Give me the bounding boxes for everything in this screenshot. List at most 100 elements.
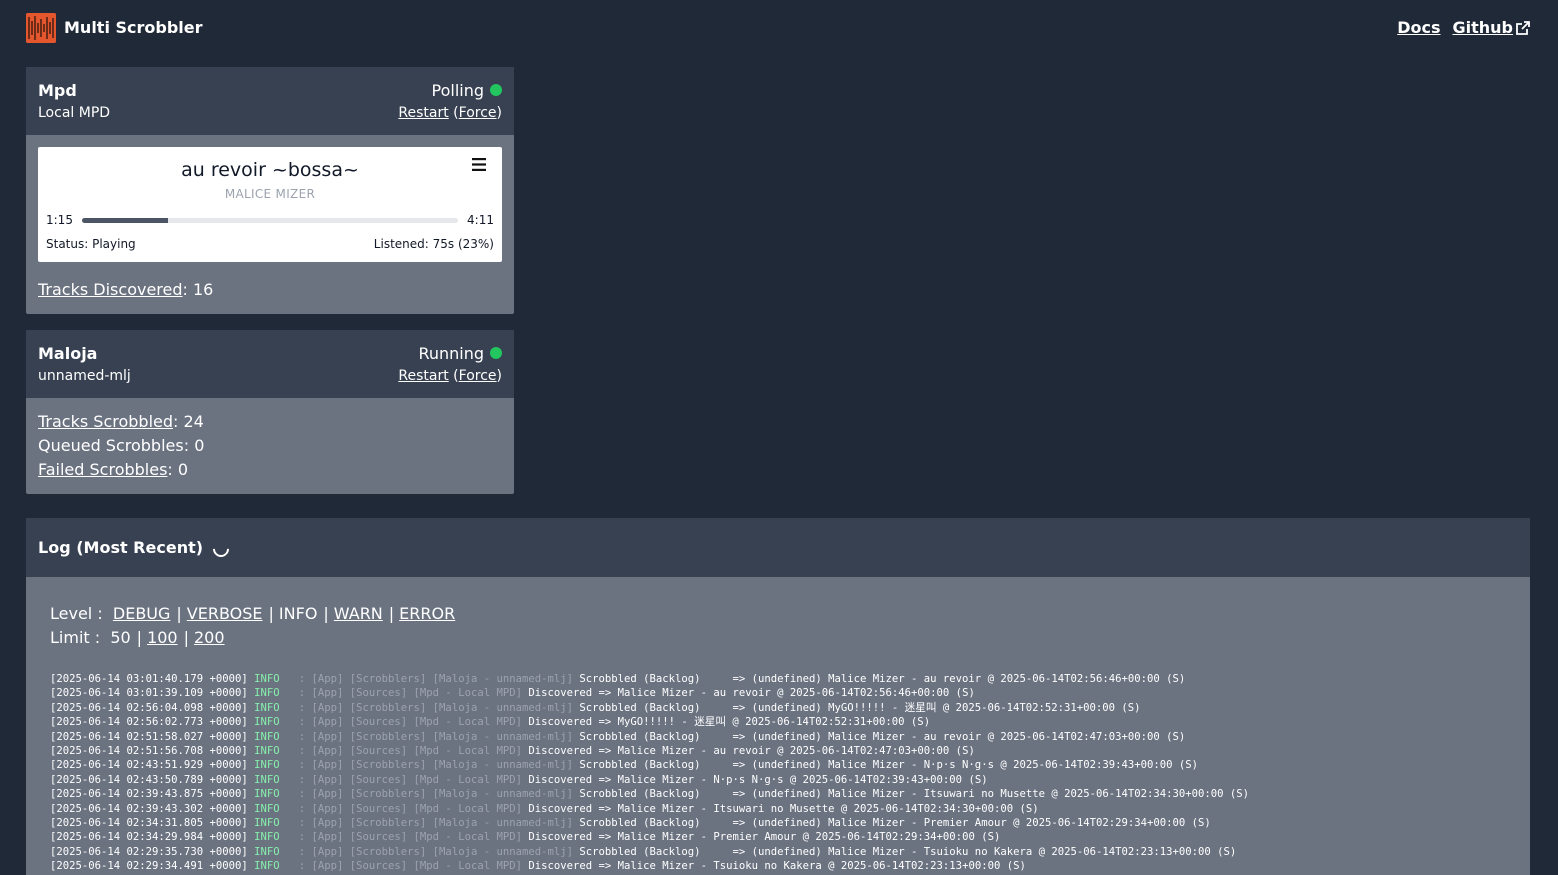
top-bar: Multi Scrobbler Docs Github bbox=[26, 0, 1530, 56]
queued-scrobbles-stat: Queued Scrobbles: 0 bbox=[38, 436, 205, 455]
failed-scrobbles-link[interactable]: Failed Scrobbles bbox=[38, 460, 167, 479]
log-limit-100[interactable]: 100 bbox=[147, 628, 178, 647]
log-labels: : [App] [Scrobblers] [Maloja - unnamed-m… bbox=[279, 673, 573, 685]
track-title: au revoir ~bossa~ bbox=[181, 159, 359, 181]
restart-link[interactable]: Restart bbox=[398, 105, 448, 121]
log-controls: Level : DEBUG | VERBOSE | INFO | WARN | ERROR Li… bbox=[50, 602, 455, 650]
log-line: [2025-06-14 02:29:35.730 +0000] INFO : [… bbox=[50, 845, 1249, 859]
restart-link[interactable]: Restart bbox=[398, 368, 448, 384]
log-panel: Log (Most Recent) Level : DEBUG | VERBOSE |… bbox=[26, 518, 1530, 875]
log-line: [2025-06-14 02:29:34.491 +0000] INFO : [… bbox=[50, 859, 1249, 873]
track-position: 1:15 bbox=[46, 213, 73, 227]
log-timestamp: [2025-06-14 02:56:04.098 +0000] bbox=[50, 701, 248, 714]
log-limit-row: Limit : 50 | 100 | 200 bbox=[50, 626, 455, 650]
log-message: Scrobbled (Backlog) => (undefined) MyGO!… bbox=[573, 701, 1141, 714]
log-level-tag: INFO bbox=[247, 745, 280, 758]
client-stats: Tracks Scrobbled: 24 Queued Scrobbles: 0… bbox=[38, 410, 204, 482]
log-line: [2025-06-14 02:43:50.789 +0000] INFO : [… bbox=[50, 773, 1249, 787]
play-status: Status: Playing bbox=[46, 237, 136, 251]
source-card-header: Mpd Local MPD Polling Restart (Force) bbox=[26, 67, 514, 135]
log-labels: : [App] [Scrobblers] [Maloja - unnamed-m… bbox=[279, 701, 573, 714]
app-logo-icon[interactable] bbox=[26, 13, 56, 43]
tracks-scrobbled-value: : 24 bbox=[173, 412, 204, 431]
client-status-label: Running bbox=[418, 344, 484, 363]
log-labels: : [App] [Sources] [Mpd - Local MPD] bbox=[279, 745, 522, 758]
external-link-icon bbox=[1516, 20, 1530, 39]
log-level-tag: INFO bbox=[247, 673, 280, 685]
log-level-tag: INFO bbox=[247, 860, 280, 873]
tracks-discovered-link[interactable]: Tracks Discovered bbox=[38, 280, 183, 299]
log-title-label: Log (Most Recent) bbox=[38, 538, 204, 557]
status-dot-icon bbox=[490, 84, 502, 96]
log-timestamp: [2025-06-14 03:01:40.179 +0000] bbox=[50, 673, 248, 685]
tracks-scrobbled-link[interactable]: Tracks Scrobbled bbox=[38, 412, 173, 431]
log-line: [2025-06-14 02:34:29.984 +0000] INFO : [… bbox=[50, 830, 1249, 844]
log-level-tag: INFO bbox=[247, 831, 280, 844]
log-level-error[interactable]: ERROR bbox=[399, 604, 455, 623]
log-line: [2025-06-14 03:01:39.109 +0000] INFO : [… bbox=[50, 686, 1249, 700]
separator: | bbox=[176, 604, 182, 623]
docs-link[interactable]: Docs bbox=[1397, 18, 1440, 37]
separator: | bbox=[323, 604, 329, 623]
tracks-scrobbled-stat: Tracks Scrobbled: 24 bbox=[38, 410, 204, 434]
log-line: [2025-06-14 02:39:43.302 +0000] INFO : [… bbox=[50, 802, 1249, 816]
separator: | bbox=[183, 628, 189, 647]
client-name: Maloja bbox=[38, 344, 98, 363]
log-line: [2025-06-14 02:43:51.929 +0000] INFO : [… bbox=[50, 758, 1249, 772]
source-name: Mpd bbox=[38, 81, 77, 100]
log-message: Discovered => MyGO!!!!! - 迷星叫 @ 2025-06-… bbox=[521, 716, 931, 729]
log-message: Discovered => Malice Mizer - N·p·s N·g·s… bbox=[521, 773, 988, 786]
status-dot-icon bbox=[490, 347, 502, 359]
log-line: [2025-06-14 02:34:31.805 +0000] INFO : [… bbox=[50, 816, 1249, 830]
track-progress-bar bbox=[82, 218, 458, 223]
log-limit-50: 50 bbox=[110, 628, 131, 647]
log-message: Scrobbled (Backlog) => (undefined) Malic… bbox=[573, 730, 1186, 743]
log-line: [2025-06-14 02:51:58.027 +0000] INFO : [… bbox=[50, 730, 1249, 744]
log-level-warn[interactable]: WARN bbox=[334, 604, 383, 623]
log-message: Scrobbled (Backlog) => (undefined) Malic… bbox=[573, 673, 1186, 685]
source-subtitle: Local MPD bbox=[38, 105, 111, 121]
log-level-debug[interactable]: DEBUG bbox=[113, 604, 171, 623]
github-link[interactable]: Github bbox=[1453, 18, 1531, 37]
limit-label: Limit : bbox=[50, 628, 101, 647]
log-timestamp: [2025-06-14 02:43:50.789 +0000] bbox=[50, 773, 248, 786]
source-status-label: Polling bbox=[431, 81, 485, 100]
log-timestamp: [2025-06-14 02:29:34.491 +0000] bbox=[50, 860, 248, 873]
client-card-maloja: Maloja unnamed-mlj Running Restart (Forc… bbox=[26, 330, 514, 494]
log-labels: : [App] [Scrobblers] [Maloja - unnamed-m… bbox=[279, 788, 573, 801]
log-line: [2025-06-14 02:56:02.773 +0000] INFO : [… bbox=[50, 715, 1249, 729]
log-timestamp: [2025-06-14 02:56:02.773 +0000] bbox=[50, 716, 248, 729]
log-labels: : [App] [Scrobblers] [Maloja - unnamed-m… bbox=[279, 759, 573, 772]
log-timestamp: [2025-06-14 02:34:29.984 +0000] bbox=[50, 831, 248, 844]
log-message: Discovered => Malice Mizer - Itsuwari no… bbox=[521, 802, 1039, 815]
log-line: [2025-06-14 02:39:43.875 +0000] INFO : [… bbox=[50, 787, 1249, 801]
force-restart-link[interactable]: Force bbox=[459, 368, 497, 384]
log-level-tag: INFO bbox=[247, 845, 280, 858]
github-link-label: Github bbox=[1452, 18, 1514, 37]
tracks-discovered-stat: Tracks Discovered: 16 bbox=[38, 278, 213, 302]
client-card-header: Maloja unnamed-mlj Running Restart (Forc… bbox=[26, 330, 514, 398]
separator: | bbox=[268, 604, 274, 623]
log-level-tag: INFO bbox=[247, 817, 280, 830]
log-labels: : [App] [Sources] [Mpd - Local MPD] bbox=[279, 773, 522, 786]
player-widget: au revoir ~bossa~ MALICE MIZER 1:15 4:11… bbox=[38, 147, 502, 262]
force-restart-link[interactable]: Force bbox=[459, 105, 497, 121]
top-nav: Docs Github bbox=[1385, 18, 1530, 39]
log-line: [2025-06-14 02:51:56.708 +0000] INFO : [… bbox=[50, 744, 1249, 758]
hamburger-menu-icon[interactable] bbox=[472, 155, 486, 176]
log-level-tag: INFO bbox=[247, 730, 280, 743]
tracks-discovered-value: : 16 bbox=[182, 280, 214, 299]
log-level-info: INFO bbox=[278, 604, 318, 623]
log-labels: : [App] [Scrobblers] [Maloja - unnamed-m… bbox=[279, 845, 573, 858]
loading-spinner-icon bbox=[209, 537, 233, 561]
paren-close: ) bbox=[496, 368, 502, 384]
log-limit-200[interactable]: 200 bbox=[194, 628, 225, 647]
log-message: Scrobbled (Backlog) => (undefined) Malic… bbox=[573, 845, 1237, 858]
source-card-mpd: Mpd Local MPD Polling Restart (Force) au… bbox=[26, 67, 514, 314]
log-level-tag: INFO bbox=[247, 802, 280, 815]
log-timestamp: [2025-06-14 02:34:31.805 +0000] bbox=[50, 817, 248, 830]
failed-scrobbles-value: : 0 bbox=[167, 460, 189, 479]
log-level-verbose[interactable]: VERBOSE bbox=[187, 604, 263, 623]
log-level-tag: INFO bbox=[247, 716, 280, 729]
log-level-tag: INFO bbox=[247, 759, 280, 772]
